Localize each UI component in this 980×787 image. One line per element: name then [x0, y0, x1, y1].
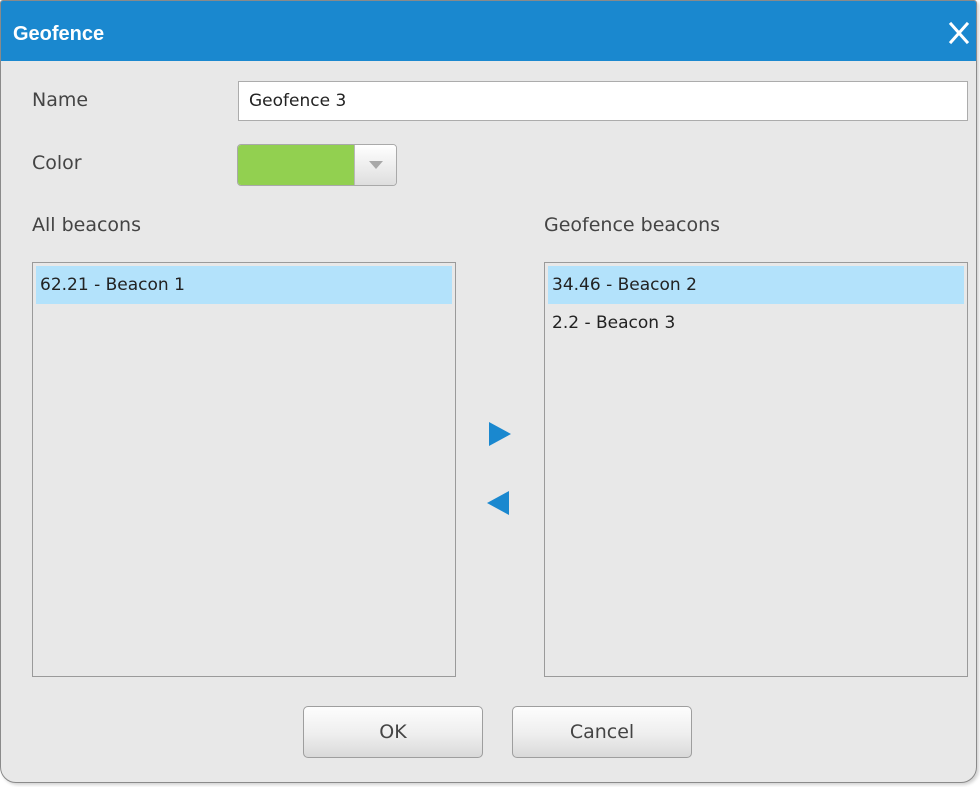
remove-from-geofence-button[interactable]: [481, 485, 517, 521]
geofence-beacons-label: Geofence beacons: [544, 214, 721, 236]
add-to-geofence-button[interactable]: [481, 416, 517, 452]
geofence-dialog: Geofence Name Color All beacons Geofence…: [0, 0, 977, 783]
all-beacons-label: All beacons: [32, 214, 141, 236]
list-item[interactable]: 62.21 - Beacon 1: [36, 266, 452, 304]
title-bar: Geofence: [1, 1, 976, 61]
dialog-title: Geofence: [13, 23, 105, 45]
color-dropdown-button[interactable]: [354, 145, 396, 185]
color-picker[interactable]: [237, 144, 397, 186]
color-label: Color: [32, 152, 82, 174]
color-swatch: [238, 145, 354, 185]
arrow-left-icon: [487, 491, 509, 515]
geofence-beacons-list[interactable]: 34.46 - Beacon 2 2.2 - Beacon 3: [544, 262, 968, 677]
list-item[interactable]: 2.2 - Beacon 3: [548, 304, 964, 342]
chevron-down-icon: [369, 161, 383, 169]
ok-button[interactable]: OK: [303, 706, 483, 758]
close-icon: [948, 21, 970, 45]
list-item[interactable]: 34.46 - Beacon 2: [548, 266, 964, 304]
name-input[interactable]: [238, 81, 968, 121]
name-label: Name: [32, 89, 89, 111]
arrow-right-icon: [489, 422, 511, 446]
cancel-button[interactable]: Cancel: [512, 706, 692, 758]
close-button[interactable]: [942, 17, 976, 51]
all-beacons-list[interactable]: 62.21 - Beacon 1: [32, 262, 456, 677]
